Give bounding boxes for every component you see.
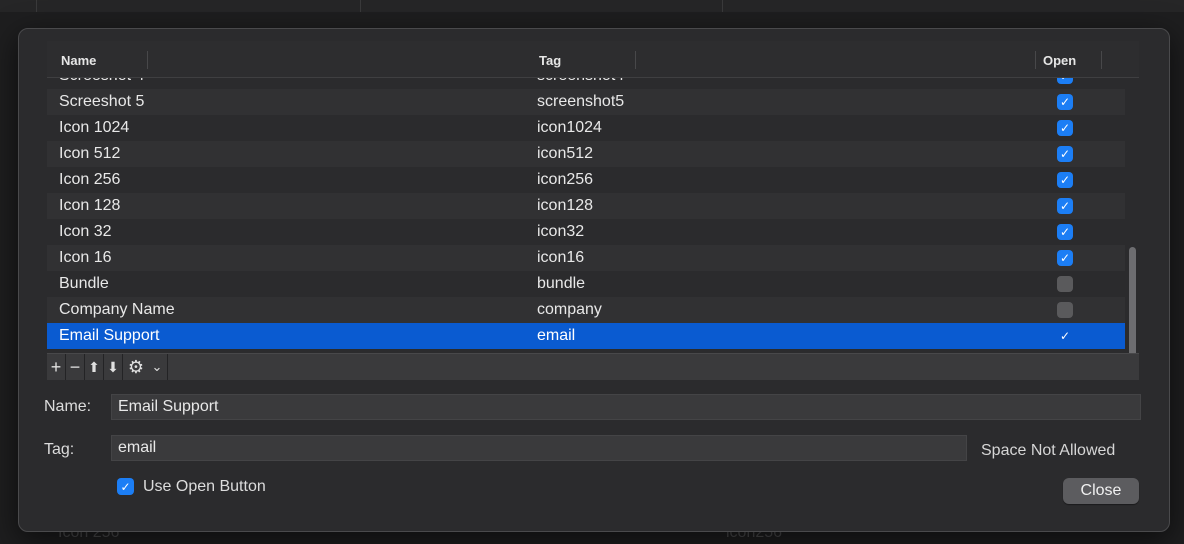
cell-tag: screenshot5 [537, 93, 625, 110]
cell-name: Icon 32 [59, 223, 112, 240]
tags-table: Name Tag Open Screeshot 4 screenshot4 ✓ … [47, 41, 1139, 353]
column-separator [1035, 51, 1036, 69]
cell-tag: icon256 [537, 171, 594, 188]
scrollbar-thumb[interactable] [1129, 247, 1136, 353]
cell-name: Screeshot 5 [59, 93, 145, 110]
table-row[interactable]: Email Support email ✓ [47, 323, 1125, 349]
cell-tag: bundle [537, 275, 586, 292]
column-separator [147, 51, 148, 69]
cell-name: Icon 512 [59, 145, 121, 162]
table-row[interactable]: Icon 32 icon32 ✓ [47, 219, 1125, 245]
cell-tag: icon32 [537, 223, 585, 240]
cell-name: Company Name [59, 301, 175, 318]
background-divider [722, 0, 723, 12]
table-header: Name Tag Open [47, 41, 1139, 78]
close-button[interactable]: Close [1063, 478, 1139, 504]
cell-name: Icon 1024 [59, 119, 130, 136]
cell-tag: icon512 [537, 145, 594, 162]
open-checkbox[interactable]: ✓ [1057, 172, 1073, 188]
cell-name: Icon 128 [59, 197, 121, 214]
column-header-name[interactable]: Name [61, 53, 96, 68]
use-open-checkbox[interactable]: ✓ [117, 478, 134, 495]
open-checkbox[interactable]: ✓ [1057, 198, 1073, 214]
open-checkbox[interactable]: ✓ [1057, 328, 1073, 344]
chevron-down-icon[interactable]: ⌄ [147, 354, 168, 380]
open-checkbox[interactable]: ✓ [1057, 224, 1073, 240]
cell-tag: icon16 [537, 249, 585, 266]
plus-icon[interactable]: + [47, 354, 66, 380]
name-label: Name: [44, 398, 92, 415]
cell-name: Icon 256 [59, 171, 121, 188]
cell-name: Email Support [59, 327, 160, 344]
cell-tag: email [537, 327, 576, 344]
tag-field[interactable] [111, 435, 967, 461]
background-divider [36, 0, 37, 12]
column-separator [635, 51, 636, 69]
cell-tag: icon128 [537, 197, 594, 214]
cell-name: Icon 16 [59, 249, 112, 266]
background-divider [360, 0, 361, 12]
table-row[interactable]: Icon 1024 icon1024 ✓ [47, 115, 1125, 141]
table-row[interactable]: Icon 512 icon512 ✓ [47, 141, 1125, 167]
tag-label: Tag: [44, 441, 75, 458]
open-checkbox[interactable]: ✓ [1057, 94, 1073, 110]
cell-tag: icon1024 [537, 119, 602, 136]
column-header-open[interactable]: Open [1043, 53, 1076, 68]
table-row[interactable]: Screeshot 5 screenshot5 ✓ [47, 89, 1125, 115]
minus-icon[interactable]: − [66, 354, 85, 380]
use-open-label[interactable]: Use Open Button [143, 478, 266, 496]
open-checkbox[interactable]: ✓ [1057, 146, 1073, 162]
table-row[interactable]: Company Name company [47, 297, 1125, 323]
table-row[interactable]: Icon 256 icon256 ✓ [47, 167, 1125, 193]
name-field[interactable] [111, 394, 1141, 420]
gear-icon[interactable]: ⚙ [123, 354, 149, 380]
table-row[interactable]: Icon 128 icon128 ✓ [47, 193, 1125, 219]
table-row[interactable]: Icon 16 icon16 ✓ [47, 245, 1125, 271]
open-checkbox[interactable] [1057, 302, 1073, 318]
arrow-up-icon[interactable]: ⬆ [85, 354, 104, 380]
table-body: Screeshot 4 screenshot4 ✓ Screeshot 5scr… [47, 67, 1125, 349]
column-separator [1101, 51, 1102, 69]
open-checkbox[interactable] [1057, 276, 1073, 292]
background-toolbar [0, 0, 1184, 12]
cell-tag: company [537, 301, 602, 318]
table-row[interactable]: Bundle bundle [47, 271, 1125, 297]
tag-hint: Space Not Allowed [981, 442, 1116, 459]
column-header-tag[interactable]: Tag [539, 53, 561, 68]
table-toolbar: + − ⬆ ⬇ ⚙ ⌄ [47, 353, 1139, 380]
tags-sheet: Name Tag Open Screeshot 4 screenshot4 ✓ … [18, 28, 1170, 532]
cell-name: Bundle [59, 275, 109, 292]
open-checkbox[interactable]: ✓ [1057, 120, 1073, 136]
open-checkbox[interactable]: ✓ [1057, 250, 1073, 266]
arrow-down-icon[interactable]: ⬇ [104, 354, 123, 380]
